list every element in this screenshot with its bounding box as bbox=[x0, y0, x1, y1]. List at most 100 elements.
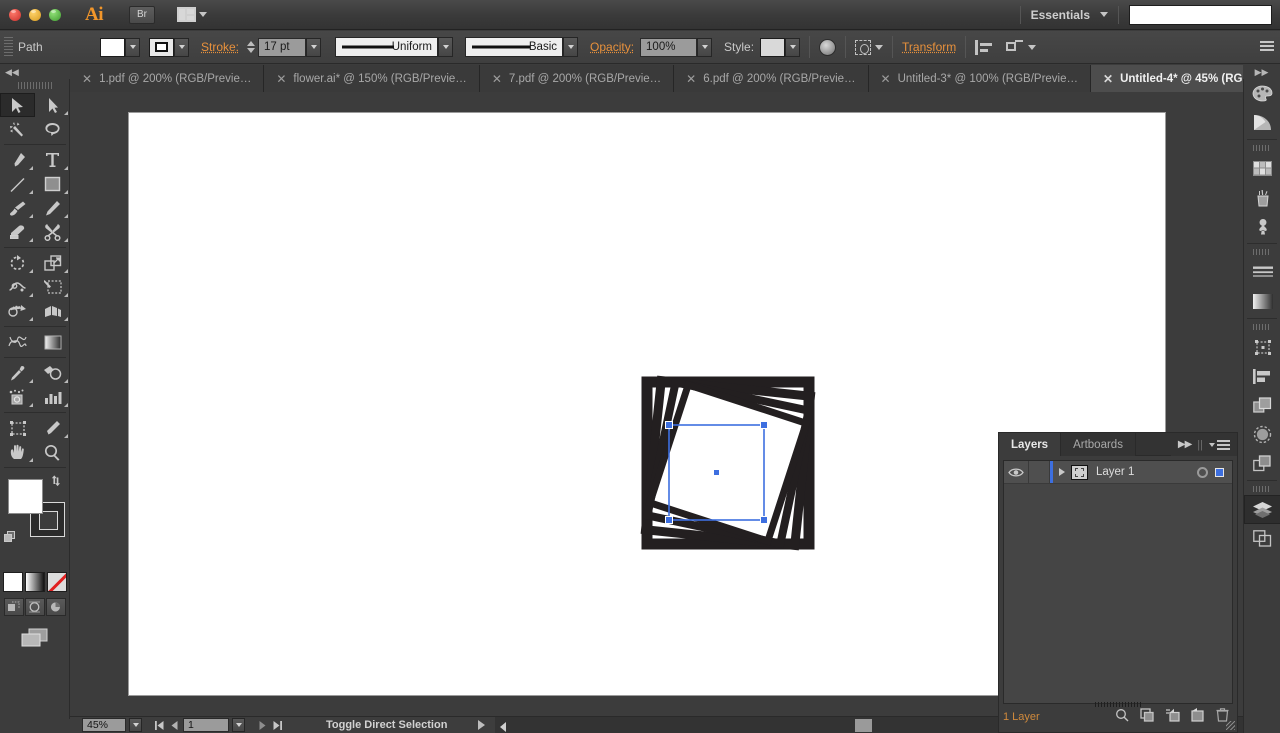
stroke-color-swatch[interactable] bbox=[149, 38, 174, 57]
search-input[interactable] bbox=[1129, 5, 1272, 25]
symbols-panel-icon[interactable] bbox=[1244, 212, 1280, 241]
tools-panel-grip[interactable] bbox=[18, 82, 52, 89]
document-tab-6[interactable]: ✕Untitled-4* @ 45% (RGB/Preview) bbox=[1091, 65, 1258, 92]
document-tab-2[interactable]: ✕ flower.ai* @ 150% (RGB/Previe… bbox=[264, 65, 479, 92]
default-fill-stroke-icon[interactable] bbox=[4, 531, 17, 544]
close-icon[interactable]: ✕ bbox=[1103, 73, 1113, 85]
go-to-bridge-button[interactable]: Br bbox=[129, 6, 155, 24]
dock-collapse-button[interactable]: ▶▶ bbox=[1243, 65, 1280, 79]
color-panel-icon[interactable] bbox=[1244, 79, 1280, 108]
chevron-down-icon[interactable] bbox=[1100, 12, 1108, 17]
align-panel-icon[interactable] bbox=[1244, 362, 1280, 391]
stroke-weight-label[interactable]: Stroke: bbox=[201, 40, 239, 54]
maximize-window-button[interactable] bbox=[49, 9, 61, 21]
tab-layers[interactable]: Layers bbox=[999, 433, 1061, 456]
layer-target-indicator[interactable] bbox=[1197, 467, 1208, 478]
first-artboard-button[interactable] bbox=[153, 718, 165, 732]
stroke-swatch-dropdown[interactable] bbox=[174, 38, 189, 57]
toolbar-collapse-button[interactable]: ◀◀ bbox=[0, 65, 70, 79]
status-menu-button[interactable] bbox=[478, 720, 485, 730]
layer-visibility-toggle[interactable] bbox=[1004, 467, 1028, 478]
swap-fill-stroke-icon[interactable] bbox=[50, 475, 64, 489]
zoom-tool[interactable] bbox=[35, 440, 70, 464]
document-tab-5[interactable]: ✕ Untitled-3* @ 100% (RGB/Previe… bbox=[869, 65, 1091, 92]
create-new-sublayer-icon[interactable] bbox=[1165, 708, 1180, 727]
layer-expand-arrow[interactable] bbox=[1059, 468, 1065, 476]
isolate-selected-object-icon[interactable] bbox=[1006, 40, 1023, 55]
blend-tool[interactable] bbox=[35, 361, 70, 385]
blob-brush-tool[interactable] bbox=[0, 220, 35, 244]
close-icon[interactable]: ✕ bbox=[82, 73, 92, 85]
artboard-tool[interactable] bbox=[0, 416, 35, 440]
control-bar-grip[interactable] bbox=[4, 37, 13, 58]
zoom-level-input[interactable]: 45% bbox=[82, 718, 126, 732]
last-artboard-button[interactable] bbox=[271, 718, 283, 732]
layer-lock-toggle[interactable] bbox=[1028, 461, 1050, 483]
graphic-style-swatch[interactable] bbox=[760, 38, 785, 57]
transform-button[interactable]: Transform bbox=[902, 40, 956, 54]
fill-swatch-dropdown[interactable] bbox=[125, 38, 140, 57]
column-graph-tool[interactable] bbox=[35, 385, 70, 409]
rotate-tool[interactable] bbox=[0, 251, 35, 275]
locate-object-icon[interactable] bbox=[1115, 708, 1129, 727]
rectangle-tool[interactable] bbox=[35, 172, 70, 196]
magic-wand-tool[interactable] bbox=[0, 117, 35, 141]
scale-tool[interactable] bbox=[35, 251, 70, 275]
opacity-dropdown[interactable] bbox=[697, 38, 712, 57]
stroke-panel-icon[interactable] bbox=[1244, 258, 1280, 287]
transform-panel-icon[interactable] bbox=[1244, 333, 1280, 362]
align-objects-icon[interactable] bbox=[975, 40, 992, 55]
artboards-panel-icon[interactable] bbox=[1244, 524, 1280, 553]
dock-group-grip[interactable] bbox=[1253, 324, 1271, 330]
gradient-fill-mode-button[interactable] bbox=[25, 572, 45, 592]
minimize-window-button[interactable] bbox=[29, 9, 41, 21]
dock-group-grip[interactable] bbox=[1253, 145, 1271, 151]
brushes-panel-icon[interactable] bbox=[1244, 183, 1280, 212]
stroke-weight-input[interactable]: 17 pt bbox=[258, 38, 306, 57]
create-new-layer-icon[interactable] bbox=[1191, 708, 1205, 727]
selection-tool[interactable] bbox=[0, 93, 35, 117]
none-fill-mode-button[interactable] bbox=[47, 572, 67, 592]
layers-list[interactable]: Layer 1 bbox=[1003, 460, 1233, 704]
select-similar-objects-icon[interactable] bbox=[855, 40, 871, 55]
horizontal-scroll-thumb[interactable] bbox=[855, 719, 872, 732]
brush-definition-dropdown[interactable] bbox=[563, 37, 578, 57]
double-chevron-right-icon[interactable]: ▶▶ bbox=[1178, 439, 1191, 450]
pathfinder-panel-icon[interactable] bbox=[1244, 391, 1280, 420]
free-transform-tool[interactable] bbox=[35, 275, 70, 299]
shape-builder-tool[interactable] bbox=[0, 299, 35, 323]
dock-group-grip[interactable] bbox=[1253, 249, 1271, 255]
direct-selection-tool[interactable] bbox=[35, 93, 70, 117]
fill-color-indicator[interactable] bbox=[8, 479, 43, 514]
zoom-level-dropdown[interactable] bbox=[129, 718, 142, 732]
fill-color-swatch[interactable] bbox=[100, 38, 125, 57]
document-tab-3[interactable]: ✕ 7.pdf @ 200% (RGB/Previe… bbox=[480, 65, 674, 92]
mesh-tool[interactable] bbox=[0, 330, 35, 354]
appearance-panel-icon[interactable] bbox=[1244, 449, 1280, 478]
draw-inside-button[interactable] bbox=[46, 598, 66, 616]
brush-definition-select[interactable]: Basic bbox=[465, 37, 563, 57]
document-tab-4[interactable]: ✕ 6.pdf @ 200% (RGB/Previe… bbox=[674, 65, 868, 92]
control-bar-menu[interactable] bbox=[1260, 41, 1280, 53]
pencil-tool[interactable] bbox=[35, 196, 70, 220]
layers-panel-icon[interactable] bbox=[1244, 495, 1280, 524]
lasso-tool[interactable] bbox=[35, 117, 70, 141]
make-clipping-mask-icon[interactable] bbox=[1140, 708, 1154, 727]
change-screen-mode-button[interactable] bbox=[21, 628, 48, 653]
close-icon[interactable]: ✕ bbox=[881, 73, 891, 85]
perspective-grid-tool[interactable] bbox=[35, 299, 70, 323]
workspace-switcher-label[interactable]: Essentials bbox=[1021, 8, 1100, 22]
close-icon[interactable]: ✕ bbox=[492, 73, 502, 85]
eyedropper-tool[interactable] bbox=[0, 361, 35, 385]
scroll-left-icon[interactable] bbox=[500, 722, 506, 732]
line-segment-tool[interactable] bbox=[0, 172, 35, 196]
close-icon[interactable]: ✕ bbox=[276, 73, 286, 85]
symbol-sprayer-tool[interactable] bbox=[0, 385, 35, 409]
hand-tool[interactable] bbox=[0, 440, 35, 464]
width-tool[interactable] bbox=[0, 275, 35, 299]
stroke-profile-select[interactable]: Uniform bbox=[335, 37, 438, 57]
opacity-label[interactable]: Opacity: bbox=[590, 40, 634, 54]
previous-artboard-button[interactable] bbox=[168, 718, 180, 732]
layer-name[interactable]: Layer 1 bbox=[1088, 466, 1197, 478]
gradient-panel-icon[interactable] bbox=[1244, 287, 1280, 316]
